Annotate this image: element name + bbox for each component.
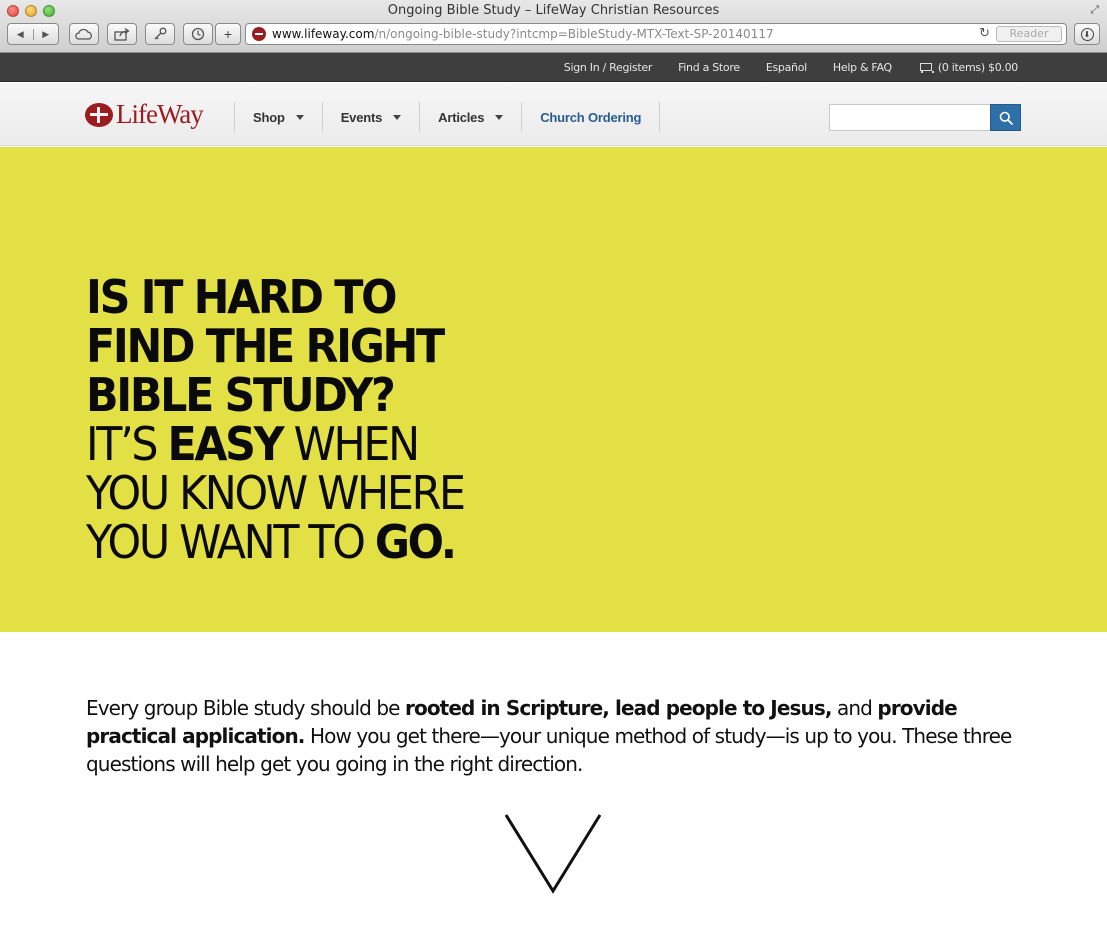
search-icon [999,111,1013,125]
chevron-down-icon [393,114,402,120]
intro-text-1: Every group Bible study should be [86,696,406,720]
nav-events-label: Events [340,109,383,125]
downloads-icon: ⬇ [1080,27,1094,41]
passwords-icon [154,27,167,40]
share-icon [114,27,130,41]
reader-button[interactable]: Reader [996,26,1062,42]
fullscreen-icon[interactable]: ⤢ [1090,4,1099,17]
chevron-down-icon [295,114,304,120]
hero-line-4-post: WHEN [282,417,421,471]
nav-events[interactable]: Events [321,102,419,132]
back-forward-buttons: ◀ ▶ [7,23,59,45]
browser-chrome: Ongoing Bible Study – LifeWay Christian … [0,0,1107,53]
lifeway-logo[interactable]: LifeWay [85,99,204,129]
utility-links: Sign In / Register Find a Store Español … [564,53,1019,82]
icloud-tabs-icon [75,28,92,40]
hero-line-2: FIND THE RIGHT [86,319,445,373]
new-tab-button[interactable]: + [215,23,241,45]
main-nav: Shop Events Articles Church Ordering [234,102,661,132]
downloads-button[interactable]: ⬇ [1074,23,1100,45]
url-host: www.lifeway.com [272,27,375,41]
chevron-down-icon [495,114,504,120]
cart-summary: (0 items) $0.00 [937,61,1018,74]
hero-line-3: BIBLE STUDY? [86,368,396,422]
new-tab-icon: + [223,26,233,42]
window-title: Ongoing Bible Study – LifeWay Christian … [387,3,720,18]
history-button[interactable] [183,23,213,45]
hero-line-6: YOU WANT TO GO. [86,518,464,567]
back-icon[interactable]: ◀ [8,29,33,40]
hero-headline: IS IT HARD TO FIND THE RIGHT BIBLE STUDY… [86,273,492,567]
find-a-store-link[interactable]: Find a Store [678,61,740,74]
lifeway-logo-icon [85,102,113,127]
site-utility-bar: Sign In / Register Find a Store Español … [0,53,1107,82]
address-bar[interactable]: www.lifeway.com /n/ongoing-bible-study?i… [245,23,1067,45]
hero-line-5: YOU KNOW WHERE [86,466,466,520]
intro-paragraph: Every group Bible study should be rooted… [86,694,1016,778]
espanol-link[interactable]: Español [766,61,807,74]
sign-in-register-link[interactable]: Sign In / Register [564,61,653,74]
hero-line-4-bold: EASY [167,417,284,471]
reload-icon[interactable]: ↻ [979,26,990,41]
history-icon [191,27,205,41]
hero-line-6-pre: YOU WANT TO [86,515,375,569]
passwords-button[interactable] [145,23,175,45]
hero-line-1: IS IT HARD TO [86,270,398,324]
hero-banner: IS IT HARD TO FIND THE RIGHT BIBLE STUDY… [0,147,1107,632]
intro-bold-1: rooted in Scripture, lead people to Jesu… [405,696,832,720]
search-button[interactable] [990,104,1021,131]
browser-toolbar: ◀ ▶ + www.lifeway.com /n/ongoing-bible-s… [7,23,1100,47]
help-faq-link[interactable]: Help & FAQ [833,61,892,74]
hero-line-4-pre: IT’S [86,417,168,471]
forward-icon[interactable]: ▶ [32,28,59,40]
nav-shop[interactable]: Shop [234,102,322,132]
site-search [829,104,1021,131]
nav-articles[interactable]: Articles [419,102,521,132]
search-input[interactable] [829,104,990,131]
nav-articles-label: Articles [438,109,485,125]
intro-text-2: and [831,696,878,720]
nav-shop-label: Shop [253,109,285,125]
scroll-down-chevron-icon[interactable] [503,813,603,895]
hero-line-6-bold: GO. [374,515,457,569]
url-path: /n/ongoing-bible-study?intcmp=BibleStudy… [374,27,774,41]
logo-text: LifeWay [116,99,204,129]
cart-icon [918,62,934,73]
share-button[interactable] [107,23,137,45]
hero-line-4: IT’S EASY WHEN [86,420,464,469]
nav-church-ordering-label: Church Ordering [540,109,642,125]
cart-link[interactable]: (0 items) $0.00 [918,61,1018,74]
icloud-tabs-button[interactable] [69,23,99,45]
site-favicon-icon [252,27,266,41]
site-header: LifeWay Shop Events Articles Church Orde… [0,83,1107,146]
nav-church-ordering[interactable]: Church Ordering [521,102,661,132]
